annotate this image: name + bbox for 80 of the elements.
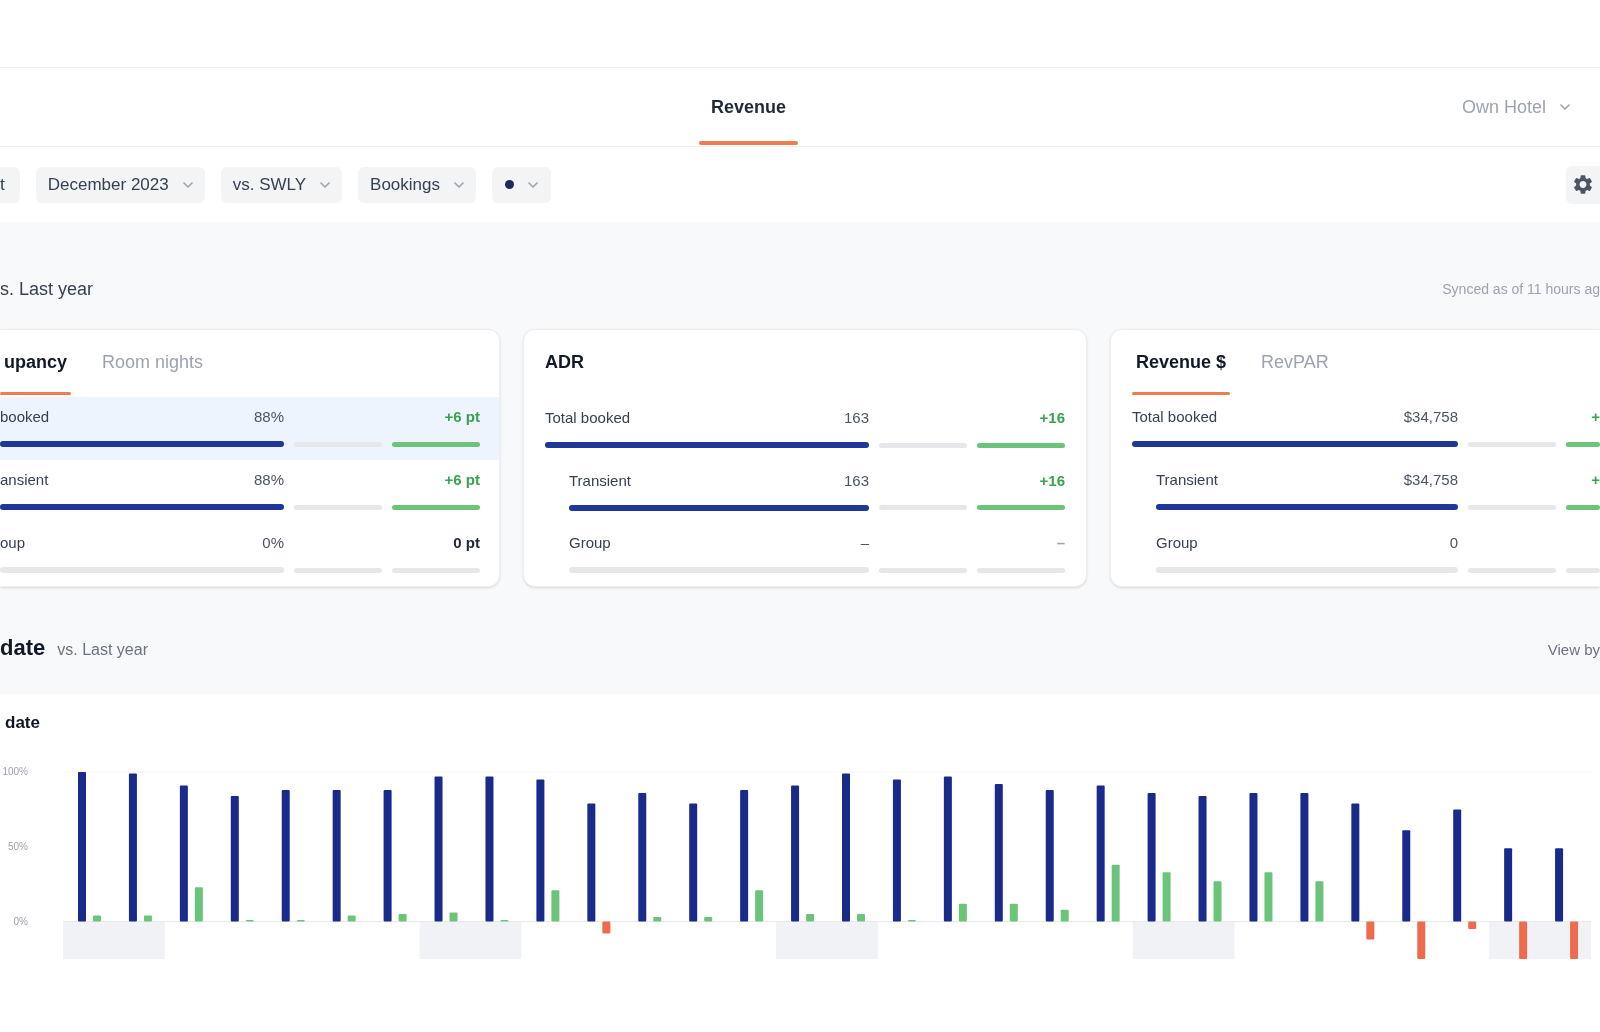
change-bar — [1264, 872, 1273, 922]
card-title: ADR — [545, 352, 584, 372]
axis-label: 0% — [13, 915, 28, 928]
row-value: – — [860, 533, 869, 554]
change-bar — [93, 915, 101, 922]
change-bar — [1468, 921, 1477, 930]
card-tab[interactable]: Revenue $ — [1132, 350, 1231, 397]
change-value: +6 pt — [444, 470, 480, 490]
row-label: Group — [569, 533, 611, 554]
change-value: +6 pt — [444, 407, 480, 427]
change-bar — [347, 915, 356, 922]
row-label: Group — [1156, 533, 1198, 553]
change-value: + — [1591, 407, 1600, 427]
filter-chip[interactable]: t — [0, 166, 20, 203]
row-value: $34,758 — [1403, 407, 1458, 427]
change-bar — [806, 914, 815, 922]
change-value: +16 — [1039, 470, 1065, 491]
change-bar — [1213, 881, 1222, 922]
row-label: ansient — [0, 470, 49, 490]
section-subtitle: vs. Last year — [57, 640, 148, 660]
row-label: Total booked — [1132, 407, 1218, 427]
card-tab[interactable]: upancy — [0, 350, 72, 397]
change-bar — [1060, 909, 1069, 922]
change-bar — [857, 914, 865, 922]
row-value: 88% — [253, 470, 284, 490]
axis-label: 50% — [8, 840, 28, 853]
sync-note: Synced as of 11 hours ag — [1442, 280, 1600, 299]
metric-row[interactable]: ansient 88% +6 pt — [0, 460, 499, 523]
change-bar — [1111, 864, 1120, 922]
change-value: + — [1591, 470, 1600, 490]
settings-button[interactable] — [1566, 165, 1600, 204]
view-by-label: View by — [1547, 640, 1600, 660]
change-value: 0 pt — [453, 533, 480, 553]
metric-row[interactable]: booked 88% +6 pt — [0, 397, 499, 460]
axis-label: 100% — [2, 766, 28, 778]
filter-dropdown[interactable]: December 2023 — [35, 166, 205, 203]
row-value: 0% — [262, 533, 284, 553]
caret-icon — [320, 181, 331, 188]
change-bar — [398, 914, 407, 922]
change-bar — [704, 917, 713, 922]
row-label: oup — [0, 533, 26, 553]
change-bar — [1162, 872, 1171, 922]
row-label: Transient — [1156, 470, 1218, 490]
caret-icon — [528, 181, 538, 188]
change-bar — [551, 890, 560, 922]
change-bar — [1519, 921, 1528, 959]
row-value: 0 — [1449, 533, 1458, 553]
row-label: booked — [0, 407, 50, 427]
change-value: +16 — [1039, 408, 1065, 428]
change-bar — [958, 903, 967, 922]
change-bar — [194, 887, 203, 922]
row-value: 88% — [253, 407, 284, 427]
row-label: Transient — [569, 470, 631, 491]
change-bar — [1417, 921, 1426, 959]
change-bar — [602, 921, 611, 934]
nav-tab[interactable]: Revenue — [699, 68, 799, 147]
change-value: – — [1056, 533, 1065, 554]
row-label: Total booked — [545, 408, 631, 428]
settings-icon — [1574, 175, 1592, 194]
change-bar — [1315, 881, 1324, 922]
change-bar — [1366, 921, 1375, 940]
change-bar — [653, 917, 662, 922]
filter-dropdown[interactable] — [492, 166, 551, 203]
row-value: 163 — [843, 408, 869, 428]
section-title: date — [0, 634, 46, 662]
section-title: s. Last year — [0, 278, 94, 301]
metric-row[interactable]: oup 0% 0 pt — [0, 523, 499, 586]
change-bar — [1570, 921, 1579, 959]
chart-title: date — [5, 713, 40, 732]
row-value: $34,758 — [1403, 470, 1458, 490]
filter-dropdown[interactable]: Bookings — [358, 166, 476, 203]
caret-icon — [454, 181, 464, 188]
change-bar — [449, 912, 458, 922]
caret-icon — [182, 181, 193, 188]
change-bar — [1009, 903, 1018, 922]
filter-dropdown[interactable]: vs. SWLY — [220, 166, 343, 203]
change-bar — [143, 915, 152, 922]
change-bar — [755, 890, 764, 922]
row-value: 163 — [843, 470, 869, 491]
caret-icon — [1560, 104, 1570, 110]
